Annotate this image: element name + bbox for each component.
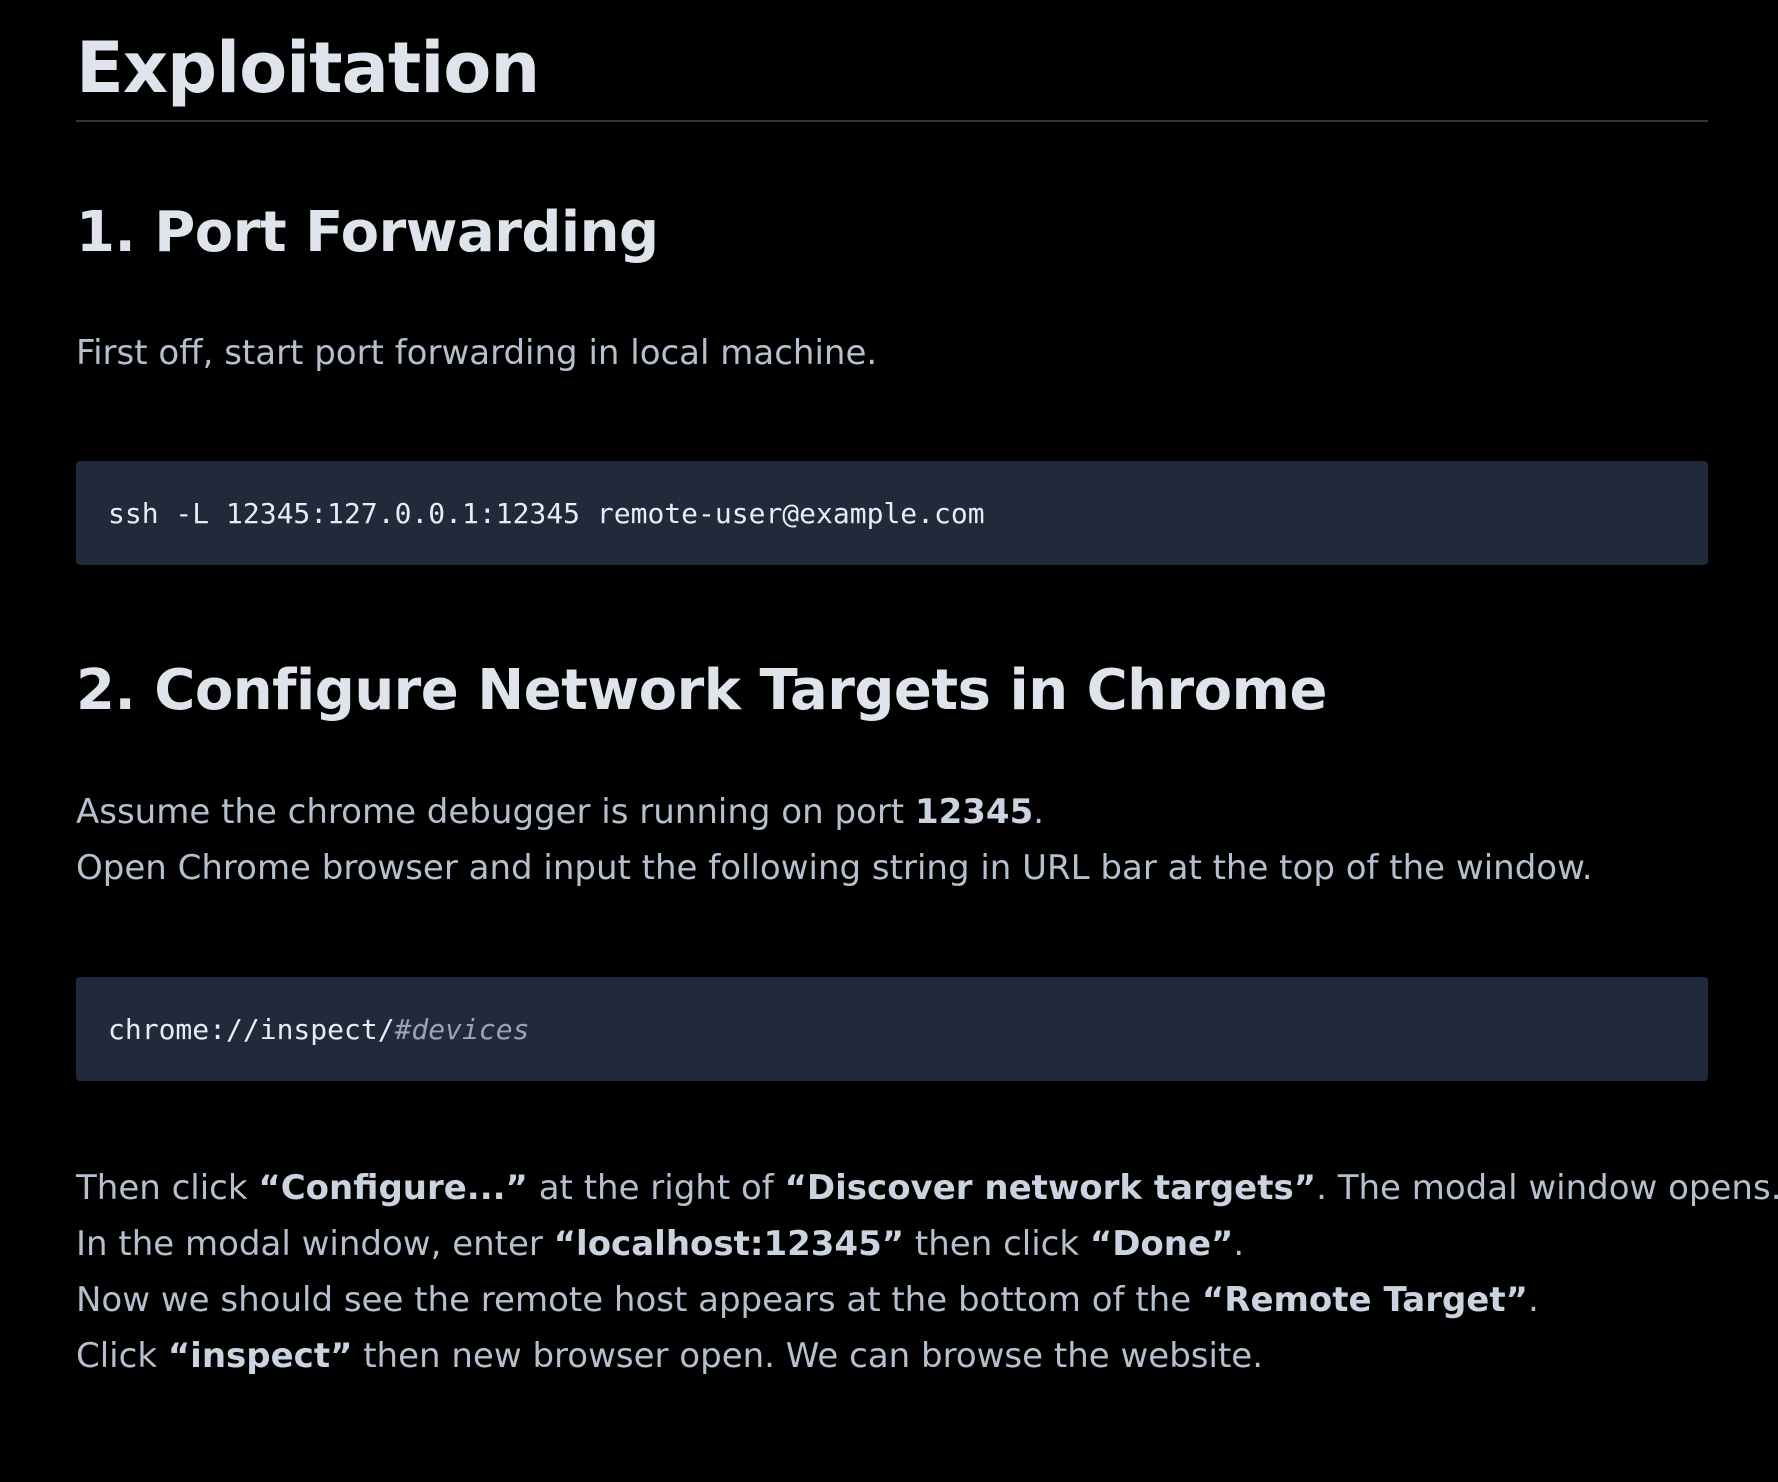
- debugger-port-text: Assume the chrome debugger is running on…: [76, 792, 915, 832]
- ssh-command[interactable]: ssh -L 12345:127.0.0.1:12345 remote-user…: [108, 497, 985, 530]
- open-chrome-text: Open Chrome browser and input the follow…: [76, 848, 1593, 888]
- step-line-configure: Then click “Configure...” at the right o…: [76, 1160, 1778, 1216]
- step-text: then new browser open. We can browse the…: [352, 1336, 1264, 1376]
- discover-targets-ref: “Discover network targets”: [784, 1168, 1317, 1208]
- chrome-url-fragment: #devices: [394, 1012, 530, 1046]
- step-text: . The modal window opens.: [1316, 1168, 1778, 1208]
- step-text: at the right of: [527, 1168, 785, 1208]
- step-text: then click: [904, 1224, 1090, 1264]
- step-text: .: [1527, 1280, 1539, 1320]
- code-block-ssh[interactable]: ssh -L 12345:127.0.0.1:12345 remote-user…: [76, 461, 1708, 565]
- section-heading-configure-targets: 2. Configure Network Targets in Chrome: [76, 658, 1327, 723]
- step-line-inspect: Click “inspect” then new browser open. W…: [76, 1328, 1778, 1384]
- step-text: In the modal window, enter: [76, 1224, 554, 1264]
- page-title: Exploitation: [76, 27, 540, 109]
- configure-button-ref: “Configure...”: [258, 1168, 528, 1208]
- inspect-ref: “inspect”: [167, 1336, 353, 1376]
- title-divider: [76, 120, 1708, 122]
- remote-target-ref: “Remote Target”: [1201, 1280, 1528, 1320]
- debugger-port-period: .: [1033, 792, 1045, 832]
- step-text: .: [1233, 1224, 1245, 1264]
- step-line-remote-target: Now we should see the remote host appear…: [76, 1272, 1778, 1328]
- configure-steps-paragraph: Then click “Configure...” at the right o…: [76, 1160, 1778, 1384]
- code-block-chrome-url[interactable]: chrome://inspect/#devices: [76, 977, 1708, 1081]
- step-text: Then click: [76, 1168, 259, 1208]
- section-heading-port-forwarding: 1. Port Forwarding: [76, 200, 659, 265]
- step-line-enter-host: In the modal window, enter “localhost:12…: [76, 1216, 1778, 1272]
- debugger-port-number: 12345: [914, 792, 1034, 832]
- port-forwarding-intro: First off, start port forwarding in loca…: [76, 333, 878, 373]
- debugger-port-paragraph: Assume the chrome debugger is running on…: [76, 784, 1593, 896]
- done-button-ref: “Done”: [1089, 1224, 1234, 1264]
- step-text: Now we should see the remote host appear…: [76, 1280, 1202, 1320]
- localhost-ref: “localhost:12345”: [553, 1224, 905, 1264]
- chrome-url-path: chrome://inspect/: [108, 1012, 395, 1046]
- chrome-inspect-url[interactable]: chrome://inspect/#devices: [108, 1013, 529, 1046]
- step-text: Click: [76, 1336, 168, 1376]
